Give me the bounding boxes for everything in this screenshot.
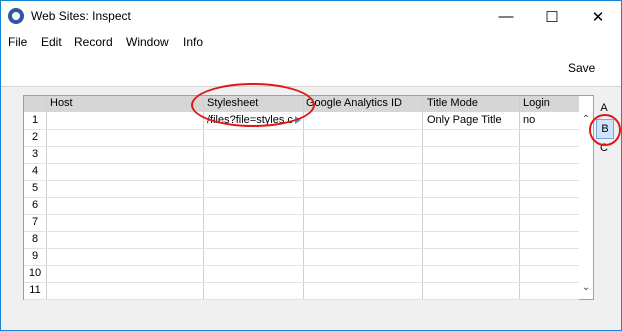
minimize-icon: — bbox=[498, 8, 514, 25]
cell-title-mode-row1[interactable]: Only Page Title bbox=[427, 114, 517, 126]
menu-file[interactable]: File bbox=[8, 35, 27, 49]
column-header-analytics[interactable]: Google Analytics ID bbox=[306, 97, 402, 109]
row-number[interactable]: 5 bbox=[24, 182, 46, 194]
row-number[interactable]: 3 bbox=[24, 148, 46, 160]
scroll-down-icon[interactable]: ⌄ bbox=[580, 282, 592, 294]
row-divider bbox=[24, 299, 581, 300]
inspect-window: Web Sites: Inspect — ☐ ✕ File Edit Recor… bbox=[0, 0, 622, 331]
annotation-ellipse-tab bbox=[589, 114, 621, 146]
menu-window[interactable]: Window bbox=[126, 35, 169, 49]
row-number[interactable]: 11 bbox=[24, 284, 46, 296]
close-button[interactable]: ✕ bbox=[575, 1, 621, 32]
row-divider bbox=[24, 248, 581, 249]
row-divider bbox=[24, 146, 581, 147]
row-divider bbox=[24, 197, 581, 198]
row-divider bbox=[24, 163, 581, 164]
content-area: Host Stylesheet Google Analytics ID Titl… bbox=[1, 83, 621, 330]
column-header-title-mode[interactable]: Title Mode bbox=[427, 97, 478, 109]
row-divider bbox=[24, 231, 581, 232]
menu-bar: File Edit Record Window Info bbox=[1, 32, 621, 52]
row-number[interactable]: 8 bbox=[24, 233, 46, 245]
row-number[interactable]: 2 bbox=[24, 131, 46, 143]
menu-info[interactable]: Info bbox=[183, 35, 203, 49]
row-divider bbox=[24, 180, 581, 181]
websites-grid: Host Stylesheet Google Analytics ID Titl… bbox=[23, 95, 582, 300]
cell-login-row1[interactable]: no bbox=[523, 114, 578, 126]
row-divider bbox=[24, 214, 581, 215]
row-number[interactable]: 7 bbox=[24, 216, 46, 228]
app-icon bbox=[8, 8, 24, 24]
window-title: Web Sites: Inspect bbox=[31, 9, 131, 23]
row-number[interactable]: 1 bbox=[24, 114, 46, 126]
close-icon: ✕ bbox=[591, 8, 605, 26]
save-button[interactable]: Save bbox=[568, 61, 595, 75]
menu-record[interactable]: Record bbox=[74, 35, 113, 49]
minimize-button[interactable]: — bbox=[483, 1, 529, 32]
row-divider bbox=[24, 265, 581, 266]
row-divider bbox=[24, 129, 581, 130]
row-number[interactable]: 10 bbox=[24, 267, 46, 279]
maximize-button[interactable]: ☐ bbox=[529, 1, 575, 32]
annotation-ellipse-stylesheet bbox=[191, 83, 315, 127]
column-header-login[interactable]: Login bbox=[523, 97, 550, 109]
menu-edit[interactable]: Edit bbox=[41, 35, 62, 49]
column-header-host[interactable]: Host bbox=[50, 97, 73, 109]
toolbar: Save bbox=[1, 52, 621, 87]
row-number[interactable]: 6 bbox=[24, 199, 46, 211]
title-bar: Web Sites: Inspect — ☐ ✕ bbox=[1, 1, 621, 32]
row-number[interactable]: 4 bbox=[24, 165, 46, 177]
maximize-icon: ☐ bbox=[545, 8, 559, 26]
row-divider bbox=[24, 282, 581, 283]
row-number[interactable]: 9 bbox=[24, 250, 46, 262]
